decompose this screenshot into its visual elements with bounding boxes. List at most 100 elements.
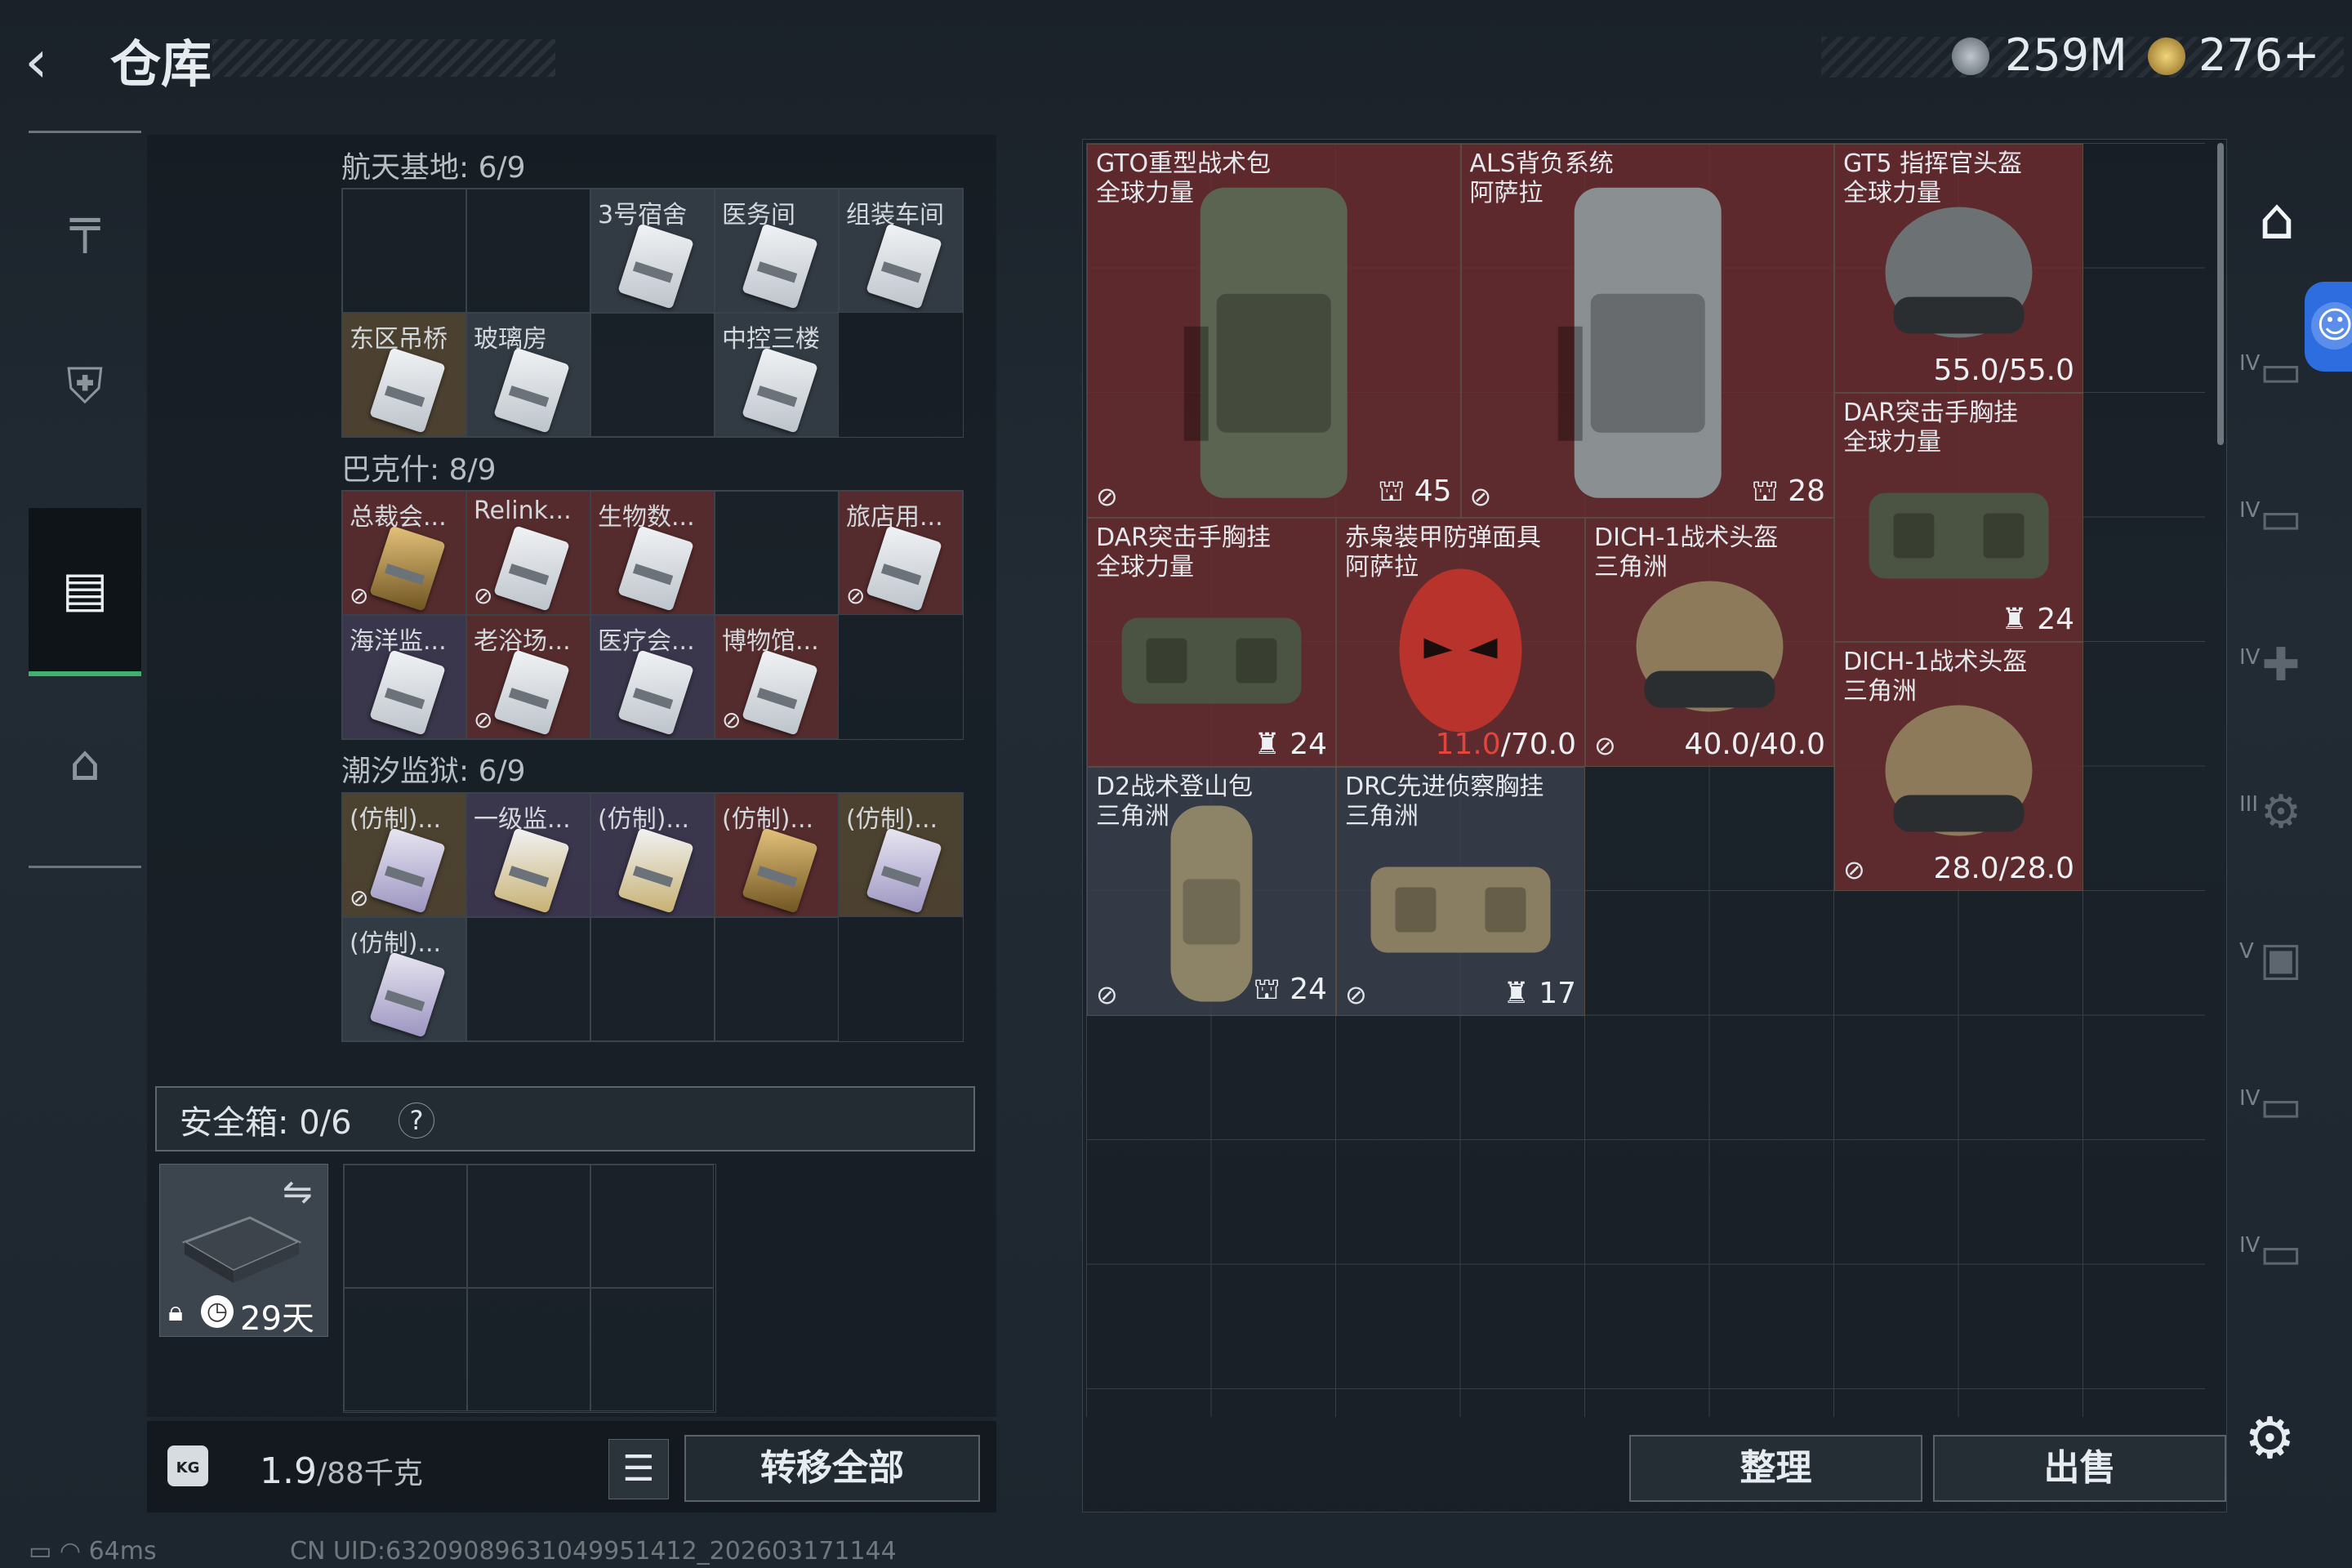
safebox-help-icon[interactable]: ? bbox=[399, 1102, 434, 1138]
sell-button[interactable]: 出售 bbox=[1933, 1435, 2226, 1502]
nav-storage-tab[interactable]: ▤ bbox=[29, 508, 141, 676]
key-card-label: 3号宿舍 bbox=[598, 201, 688, 229]
nav-backpack-tab[interactable]: ⛨ bbox=[29, 314, 141, 457]
item-value: 40.0/40.0 bbox=[1684, 727, 1825, 761]
inventory-item[interactable]: DICH-1战术头盔 三角洲 28.0/28.0 ⊘ bbox=[1834, 642, 2083, 891]
scrollbar[interactable] bbox=[2217, 143, 2224, 445]
key-card-slot[interactable]: 医务间 bbox=[715, 189, 839, 313]
key-grid-bakhsh: 总裁会... ⊘ Relink... ⊘ 生物数... 旅店用... ⊘ 海洋监... 老浴场.… bbox=[341, 490, 964, 740]
side-filter-tab[interactable]: IV ▭ bbox=[2239, 1070, 2318, 1143]
no-insure-icon: ⊘ bbox=[1345, 978, 1367, 1010]
key-card-label: (仿制)... bbox=[722, 805, 814, 834]
no-insure-icon: ⊘ bbox=[1469, 480, 1492, 512]
carry-weight-total: /88千克 bbox=[316, 1457, 423, 1490]
key-card-slot[interactable]: 生物数... bbox=[590, 491, 715, 615]
inventory-item[interactable]: 赤枭装甲防弹面具 阿萨拉 11.0/70.0 bbox=[1336, 517, 1585, 767]
key-grid-space-base: 3号宿舍 医务间 组装车间东区吊桥 玻璃房 中控三楼 bbox=[341, 188, 964, 438]
item-stat: 28.0/28.0 bbox=[1934, 852, 2074, 885]
tier-label: IV bbox=[2239, 645, 2261, 670]
no-insure-icon: ⊘ bbox=[350, 884, 369, 911]
safebox-item[interactable]: ⇋ 🔒︎ ◷ 29天 bbox=[159, 1164, 328, 1338]
inventory-item[interactable]: GT5 指挥官头盔 全球力量 55.0/55.0 bbox=[1834, 144, 2083, 393]
key-card-slot[interactable]: 东区吊桥 bbox=[342, 313, 466, 437]
keycard-stripe bbox=[632, 564, 674, 586]
key-slot-empty[interactable] bbox=[715, 917, 839, 1041]
key-card-slot[interactable]: 一级监... bbox=[466, 793, 590, 917]
key-slot-empty[interactable] bbox=[342, 189, 466, 313]
item-origin: 全球力量 bbox=[1843, 428, 1941, 457]
safebox-slot[interactable] bbox=[590, 1288, 714, 1411]
inventory-item[interactable]: DICH-1战术头盔 三角洲 40.0/40.0 ⊘ bbox=[1585, 517, 1834, 767]
key-card-label: Relink... bbox=[474, 497, 572, 525]
list-view-button[interactable]: ☰ bbox=[608, 1439, 669, 1499]
key-card-slot[interactable]: 3号宿舍 bbox=[590, 189, 715, 313]
item-name: ALS背负系统 bbox=[1469, 149, 1614, 178]
key-card-label: 玻璃房 bbox=[474, 325, 547, 354]
key-card-slot[interactable]: 中控三楼 bbox=[715, 313, 839, 437]
settings-gear-icon[interactable]: ⚙ bbox=[2244, 1405, 2296, 1472]
nav-briefcase-tab[interactable]: ⌂ bbox=[29, 686, 141, 841]
transfer-all-button[interactable]: 转移全部 bbox=[684, 1435, 980, 1502]
key-slot-empty[interactable] bbox=[466, 917, 590, 1041]
inventory-item[interactable]: DRC先进侦察胸挂 三角洲 ♜ 17 ⊘ bbox=[1336, 766, 1585, 1016]
container-icon: ▭ bbox=[2259, 1227, 2303, 1280]
key-card-slot[interactable]: 海洋监... bbox=[342, 615, 466, 739]
key-card-label: 东区吊桥 bbox=[350, 325, 448, 354]
key-card-slot[interactable]: 组装车间 bbox=[839, 189, 963, 313]
safebox-grid bbox=[343, 1164, 716, 1413]
key-slot-empty[interactable] bbox=[590, 313, 715, 437]
key-card-label: 中控三楼 bbox=[722, 325, 820, 354]
side-filter-tab[interactable]: IV ▭ bbox=[2239, 1217, 2318, 1290]
inventory-item[interactable]: DAR突击手胸挂 全球力量 ♜ 24 bbox=[1087, 517, 1336, 767]
currency-silver-amount[interactable]: 259M bbox=[2005, 29, 2127, 81]
item-value: 24 bbox=[2037, 603, 2074, 636]
key-slot-empty[interactable] bbox=[466, 189, 590, 313]
item-value: 45 bbox=[1414, 474, 1452, 508]
inventory-item[interactable]: D2战术登山包 三角洲 ⛫ 24 ⊘ bbox=[1087, 766, 1336, 1016]
key-card-slot[interactable]: 玻璃房 bbox=[466, 313, 590, 437]
keycard-icon bbox=[369, 347, 446, 434]
key-card-slot[interactable]: (仿制)... ⊘ bbox=[342, 793, 466, 917]
key-grid-tide-prison: (仿制)... ⊘ 一级监... (仿制)... (仿制)... (仿制)... (仿制).… bbox=[341, 792, 964, 1042]
no-insure-icon: ⊘ bbox=[350, 582, 369, 609]
key-card-slot[interactable]: 博物馆... ⊘ bbox=[715, 615, 839, 739]
weight-icon-label: KG bbox=[167, 1446, 208, 1486]
key-card-slot[interactable]: (仿制)... bbox=[715, 793, 839, 917]
nav-weapon-tab[interactable]: ╤ bbox=[29, 143, 141, 306]
inventory-item[interactable]: ALS背负系统 阿萨拉 ⛫ 28 ⊘ bbox=[1460, 144, 1834, 518]
key-slot-empty[interactable] bbox=[590, 917, 715, 1041]
keycard-icon bbox=[742, 223, 818, 310]
side-filter-tab[interactable]: V ▣ bbox=[2239, 923, 2318, 996]
sort-button[interactable]: 整理 bbox=[1629, 1435, 1922, 1502]
keycard-icon bbox=[369, 827, 446, 914]
key-slot-empty[interactable] bbox=[715, 491, 839, 615]
safebox-slot[interactable] bbox=[590, 1165, 714, 1288]
safebox-slot[interactable] bbox=[344, 1165, 467, 1288]
warehouse-home-icon[interactable]: ⌂ bbox=[2238, 180, 2316, 258]
side-filter-tab[interactable]: IV ▭ bbox=[2239, 482, 2318, 555]
key-card-slot[interactable]: Relink... ⊘ bbox=[466, 491, 590, 615]
side-filter-tab[interactable]: III ⚙ bbox=[2239, 776, 2318, 849]
safebox-slot[interactable] bbox=[344, 1288, 467, 1411]
back-icon[interactable]: ‹ bbox=[24, 32, 90, 91]
key-card-slot[interactable]: 总裁会... ⊘ bbox=[342, 491, 466, 615]
inventory-item[interactable]: DAR突击手胸挂 全球力量 ♜ 24 bbox=[1834, 393, 2083, 642]
currency-gold-amount[interactable]: 276+ bbox=[2198, 29, 2319, 81]
safebox-slot[interactable] bbox=[467, 1288, 590, 1411]
key-card-slot[interactable]: (仿制)... bbox=[839, 793, 963, 917]
side-filter-tab[interactable]: IV ▭ bbox=[2239, 335, 2318, 408]
keycard-icon bbox=[369, 525, 446, 612]
safebox-slot[interactable] bbox=[467, 1165, 590, 1288]
key-card-slot[interactable]: 旅店用... ⊘ bbox=[839, 491, 963, 615]
network-status: ▭ ◠ 64ms bbox=[29, 1537, 157, 1566]
key-card-slot[interactable]: 医疗会... bbox=[590, 615, 715, 739]
keycard-stripe bbox=[880, 564, 922, 586]
user-uid: CN UID:6320908963104995141​2_20260317114… bbox=[290, 1537, 897, 1566]
key-card-slot[interactable]: (仿制)... bbox=[590, 793, 715, 917]
key-card-slot[interactable]: 老浴场... ⊘ bbox=[466, 615, 590, 739]
side-filter-tab[interactable]: IV ✚ bbox=[2239, 629, 2318, 702]
key-card-slot[interactable]: (仿制)... bbox=[342, 917, 466, 1041]
item-origin: 三角洲 bbox=[1345, 801, 1419, 831]
keycard-stripe bbox=[756, 261, 798, 283]
inventory-item[interactable]: GTO重型战术包 全球力量 ⛫ 45 ⊘ bbox=[1087, 144, 1461, 518]
